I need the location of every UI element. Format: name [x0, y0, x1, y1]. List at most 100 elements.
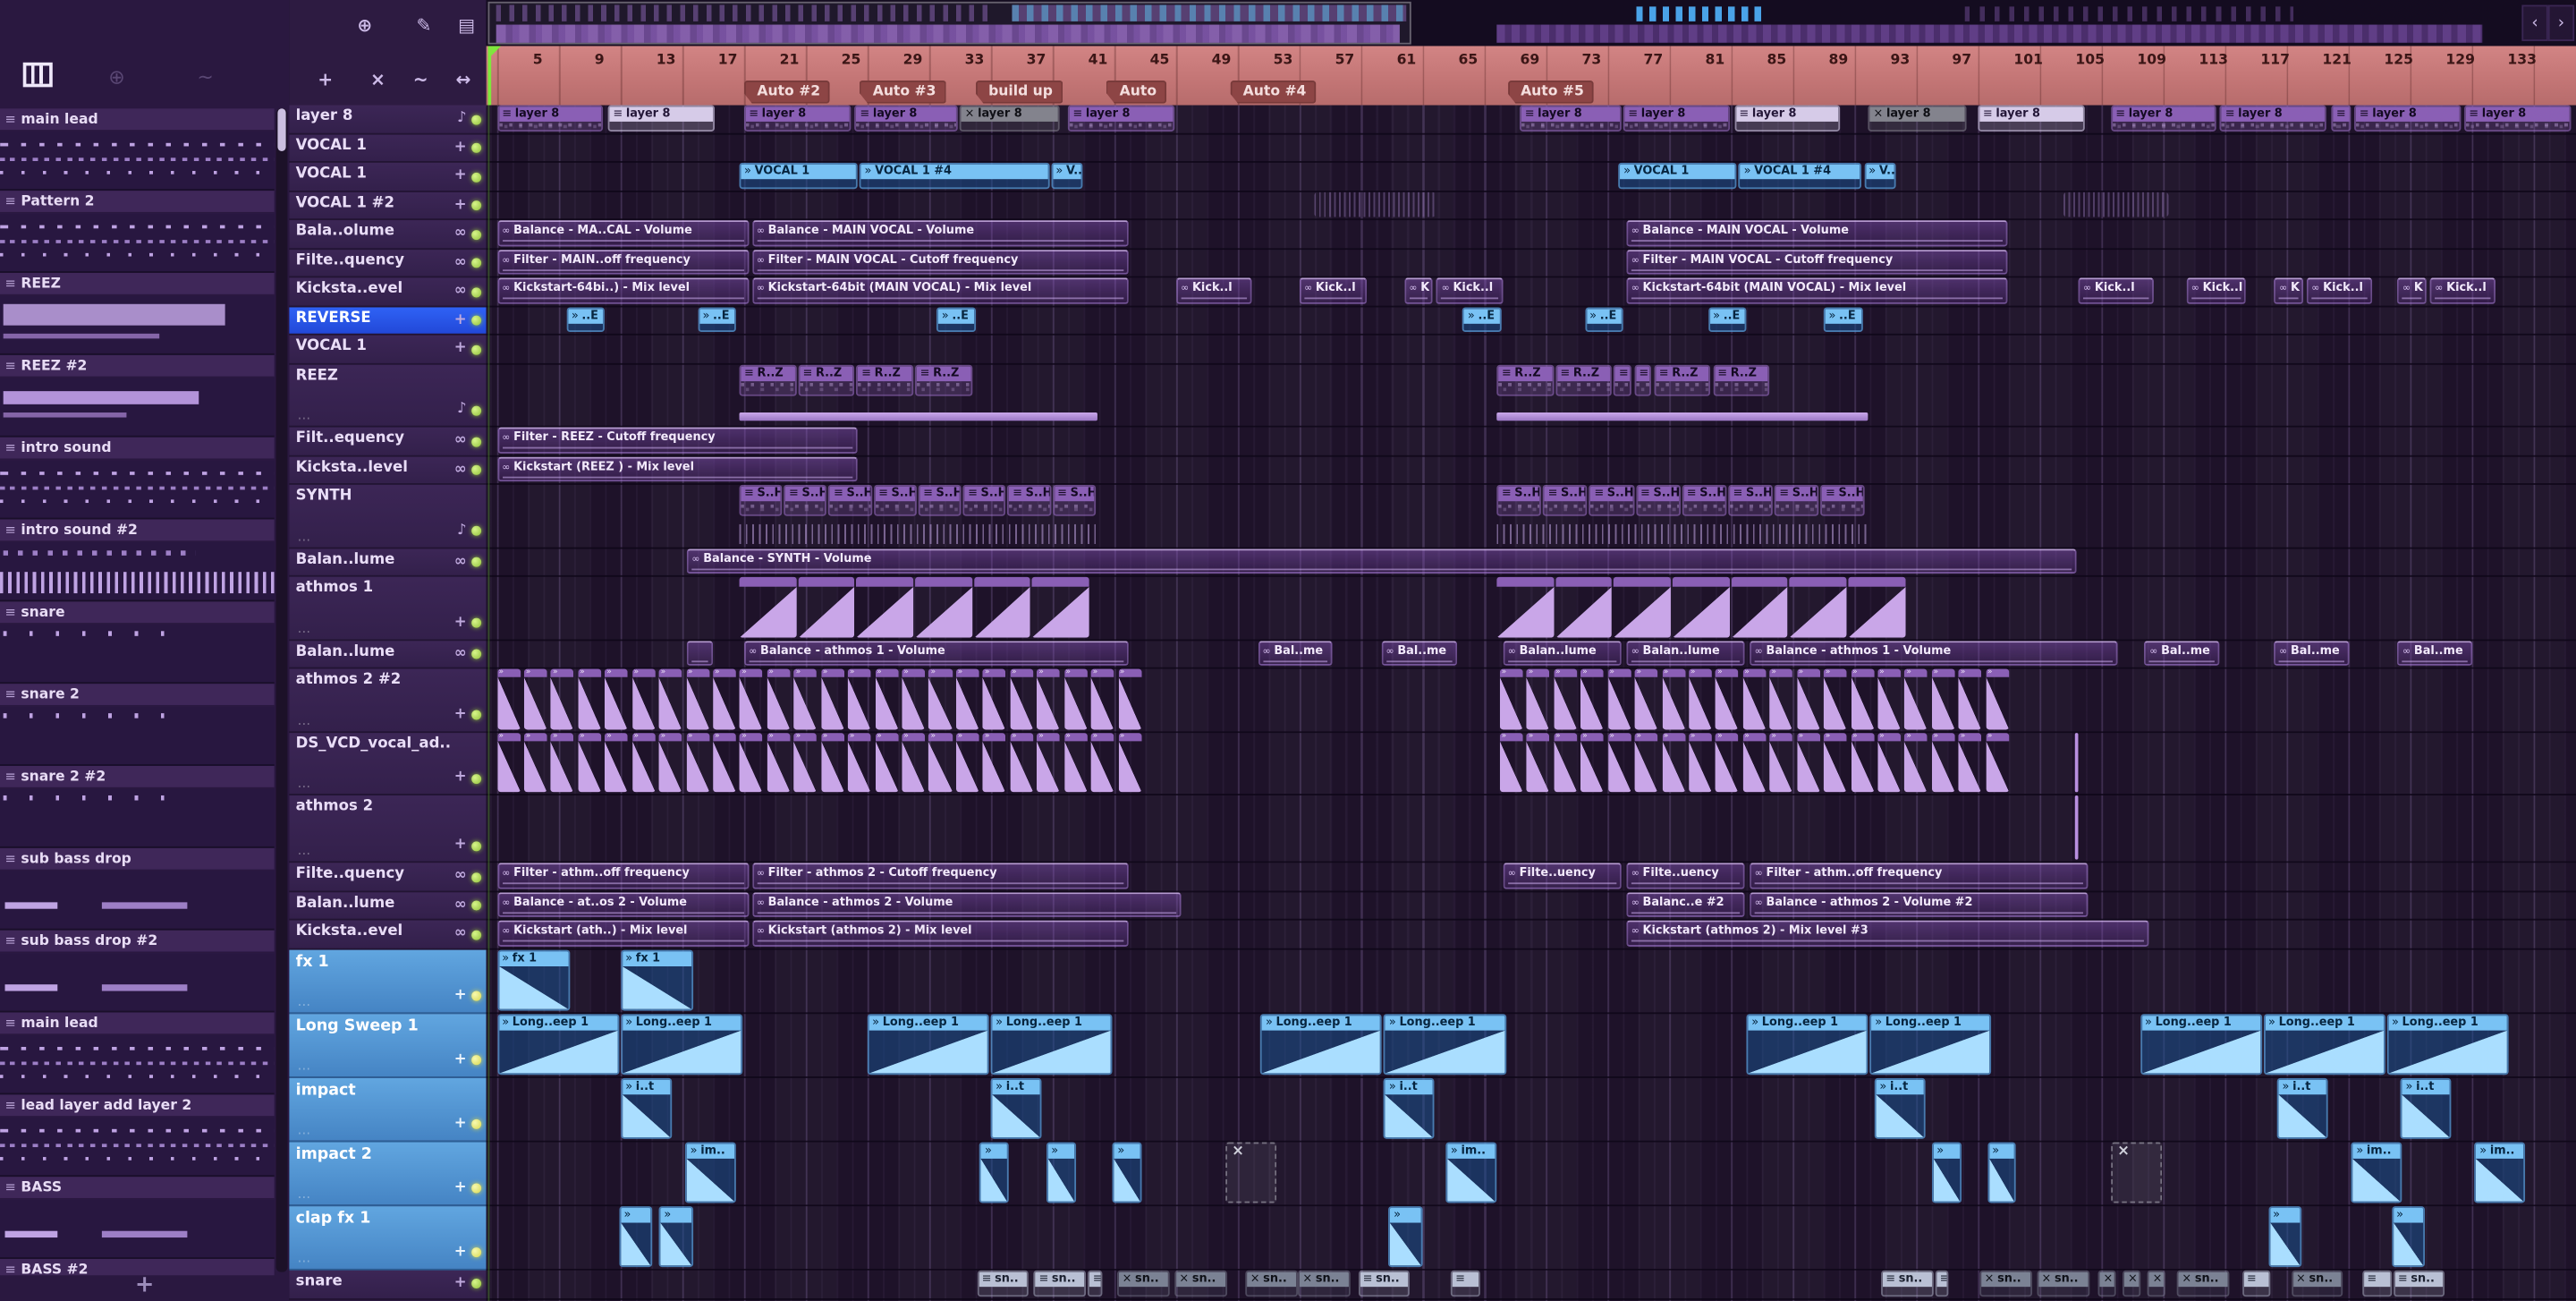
audio-clip[interactable]: » [1877, 732, 1902, 793]
automation-clip[interactable]: ∞ Filter - athm..off frequency [496, 863, 750, 889]
audio-clip[interactable]: » i..t [2277, 1076, 2328, 1138]
track-lane-athmos-1[interactable] [486, 576, 2576, 641]
audio-clip[interactable]: » ..E [1707, 306, 1747, 333]
move-icon[interactable]: + [454, 341, 467, 357]
select-tool-button[interactable]: ⊕ [345, 8, 385, 41]
track-lane-bala-olume[interactable]: ∞ Balance - MA..CAL - Volume ∞ Balance - … [486, 220, 2576, 250]
audio-clip[interactable]: » i..t [1874, 1076, 1926, 1138]
move-icon[interactable]: + [454, 770, 467, 786]
audio-clip[interactable]: » [982, 732, 1006, 793]
audio-clip[interactable]: »V..1 [1050, 162, 1084, 189]
track-header-impact-2[interactable]: impact 2 +… [289, 1141, 487, 1206]
track-lane-impact-2[interactable]: » im..»»» ×» im..»» ×» im..» im.. [486, 1141, 2576, 1206]
audio-clip[interactable]: » [1769, 732, 1793, 793]
automation-clip[interactable]: ∞ Kick..l [1175, 277, 1251, 303]
track-enable-led[interactable] [471, 1278, 482, 1288]
pattern-clip[interactable]: ≡S..H [739, 484, 783, 516]
link-icon[interactable]: ∞ [454, 226, 467, 242]
automation-clip[interactable]: ∞ Kic [2274, 277, 2304, 303]
automation-clip[interactable]: ∞ Balance - athmos 2 - Volume [751, 891, 1182, 917]
track-header-kicksta-level[interactable]: Kicksta..level ∞ [289, 455, 487, 485]
audio-clip[interactable]: » [1063, 668, 1088, 729]
automation-clip[interactable]: ∞ Balan..lume [1503, 640, 1622, 666]
pattern-clip[interactable]: ≡ R..Z [1654, 363, 1711, 395]
audio-clip[interactable]: » [1796, 732, 1820, 793]
audio-clip[interactable]: » [605, 668, 629, 729]
automation-clip[interactable]: ∞ Filter - athm..off frequency [1750, 863, 2088, 889]
muted-pattern-clip[interactable]: × [2123, 1269, 2140, 1297]
audio-clip[interactable]: » [1986, 668, 2009, 729]
song-overview[interactable]: ‹ › [486, 0, 2576, 48]
audio-clip[interactable] [1731, 576, 1789, 637]
clip-preview[interactable] [1496, 412, 1868, 421]
move-icon[interactable]: + [454, 1180, 467, 1196]
track-enable-led[interactable] [471, 200, 482, 211]
audio-clip[interactable]: » [658, 732, 682, 793]
audio-clip[interactable]: » [1823, 668, 1847, 729]
audio-clip[interactable]: » [713, 668, 736, 729]
clip-preview[interactable] [739, 412, 1097, 421]
pattern-preview[interactable] [0, 871, 275, 931]
link-icon[interactable]: ∞ [454, 926, 467, 942]
automation-clip[interactable]: ∞ Kick..l [1436, 277, 1504, 303]
move-icon[interactable]: + [454, 197, 467, 213]
track-enable-led[interactable] [471, 649, 482, 659]
audio-clip[interactable]: » [1554, 732, 1577, 793]
track-enable-led[interactable] [471, 840, 482, 851]
audio-clip[interactable]: » [1877, 668, 1902, 729]
pattern-clip[interactable]: ≡ sn.. [2393, 1269, 2445, 1297]
automation-clip[interactable]: ∞ Balance - at..os 2 - Volume [496, 891, 750, 917]
automation-clip[interactable]: ∞ Filter - athmos 2 - Cutoff frequency [751, 863, 1129, 889]
clip-preview[interactable] [739, 523, 1097, 544]
move-icon[interactable]: + [454, 988, 467, 1004]
audio-clip[interactable]: » [955, 668, 979, 729]
automation-clip[interactable]: ∞ Kick..l [1299, 277, 1368, 303]
track-header-filte-quency[interactable]: Filte..quency ∞ [289, 249, 487, 278]
audio-clip[interactable]: » [1904, 732, 1928, 793]
pattern-preview[interactable] [0, 1199, 275, 1259]
pattern-clip[interactable]: ≡S..H [1589, 484, 1634, 516]
pattern-item-sub-bass-drop[interactable]: ≡ sub bass drop [0, 847, 275, 872]
pattern-preview[interactable] [0, 460, 275, 520]
clip-preview[interactable] [1496, 523, 1868, 544]
audio-clip[interactable]: » [1607, 732, 1631, 793]
pattern-clip[interactable]: ≡S..H [828, 484, 872, 516]
audio-clip[interactable]: » [1388, 1205, 1423, 1267]
audio-clip[interactable]: » [848, 732, 871, 793]
muted-pattern-clip[interactable]: × layer 8 [1868, 105, 1968, 132]
automation-clip[interactable]: ∞ Filter - REEZ - Cutoff frequency [496, 427, 859, 454]
audio-clip[interactable]: » [631, 668, 656, 729]
audio-clip[interactable]: » VOCAL 1 [739, 162, 859, 189]
track-lane-long-sweep-1[interactable]: » Long..eep 1» Long..eep 1» Long..eep 1» Lon… [486, 1013, 2576, 1077]
audio-clip[interactable]: » [1931, 732, 1955, 793]
pattern-preview[interactable] [0, 953, 275, 1013]
track-header-athmos-2[interactable]: athmos 2 +… [289, 795, 487, 863]
track-enable-led[interactable] [471, 171, 482, 182]
muted-pattern-clip[interactable]: × sn.. [1979, 1269, 2032, 1297]
stretch-tool-button[interactable]: ↔ [444, 63, 483, 96]
scroll-left-arrow[interactable]: ‹ [2521, 4, 2548, 41]
pattern-clip[interactable]: ≡ layer 8 [1733, 105, 1841, 132]
picker-filter-icon[interactable]: ⊕ [108, 65, 124, 89]
track-header-vocal-1[interactable]: VOCAL 1 + [289, 335, 487, 364]
audio-clip[interactable]: » im.. [1445, 1141, 1497, 1203]
overview-viewport[interactable] [487, 1, 1411, 45]
move-icon[interactable]: + [454, 615, 467, 631]
audio-clip[interactable]: » [1117, 732, 1141, 793]
track-enable-led[interactable] [471, 557, 482, 567]
audio-clip[interactable]: » Long..eep 1 [2140, 1013, 2262, 1075]
audio-clip[interactable]: » [1634, 732, 1658, 793]
audio-clip[interactable]: » [1063, 732, 1088, 793]
pattern-clip[interactable]: ≡ [1088, 1269, 1102, 1297]
muted-pattern-clip[interactable]: × sn.. [1117, 1269, 1170, 1297]
automation-clip[interactable]: ∞ Kickstart-64bit (MAIN VOCAL) - Mix lev… [751, 277, 1129, 303]
audio-clip[interactable]: » ..E [1823, 306, 1862, 333]
pattern-item-intro-sound[interactable]: ≡ intro sound [0, 437, 275, 461]
track-enable-led[interactable] [471, 900, 482, 911]
pattern-item-sub-bass-drop-2[interactable]: ≡ sub bass drop #2 [0, 930, 275, 954]
audio-clip[interactable]: » fx 1 [620, 948, 693, 1010]
track-lane-filte-quency[interactable]: ∞ Filter - MAIN..off frequency ∞ Filter -… [486, 249, 2576, 278]
automation-clip[interactable]: ∞ Kickstart (ath..) - Mix level [496, 920, 750, 947]
audio-clip[interactable] [1496, 576, 1555, 637]
audio-clip[interactable]: » Long..eep 1 [867, 1013, 989, 1075]
